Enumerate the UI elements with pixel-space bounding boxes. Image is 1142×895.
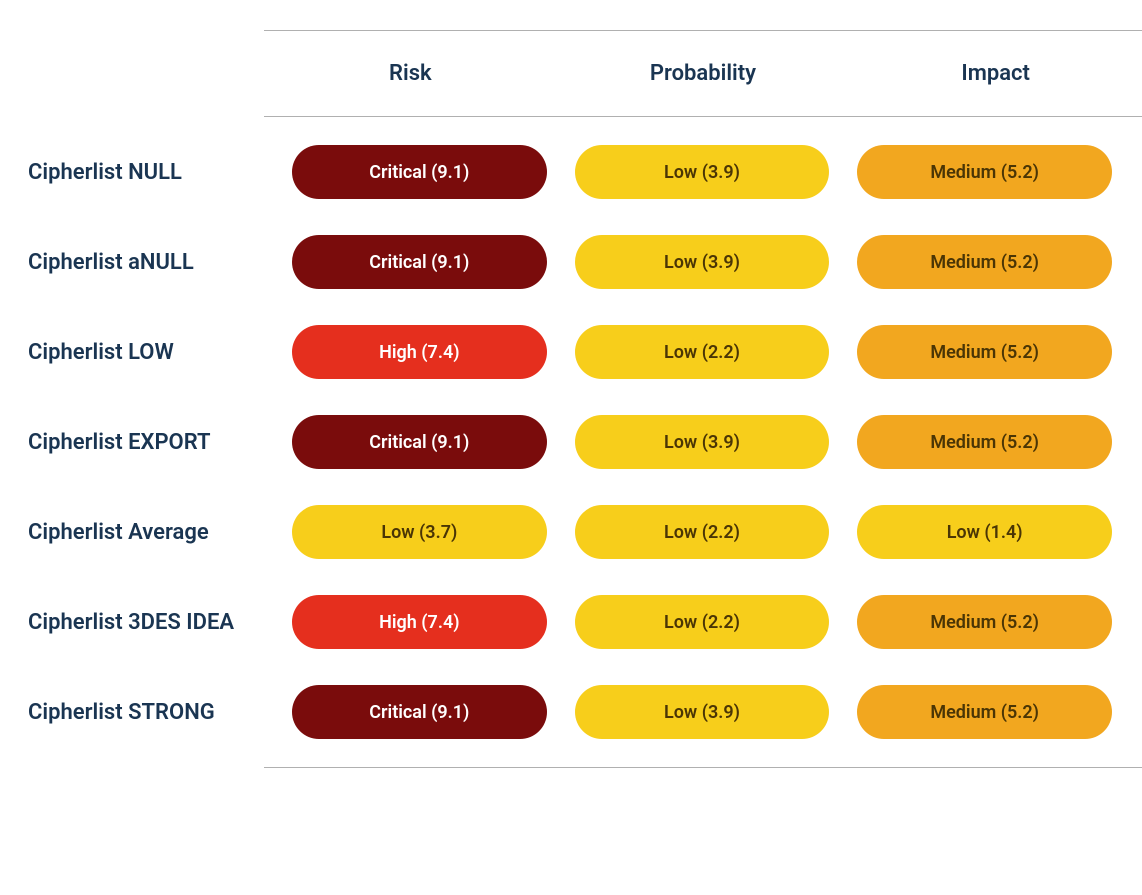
row-label: Cipherlist aNULL [20, 250, 264, 275]
risk-pill: Critical (9.1) [292, 235, 547, 289]
table-row: Cipherlist aNULL Critical (9.1) Low (3.9) M… [20, 235, 1122, 289]
table-row: Cipherlist NULL Critical (9.1) Low (3.9) Me… [20, 145, 1122, 199]
impact-pill: Medium (5.2) [857, 415, 1112, 469]
probability-pill: Low (3.9) [575, 145, 830, 199]
table-row: Cipherlist Average Low (3.7) Low (2.2) Low … [20, 505, 1122, 559]
probability-pill: Low (3.9) [575, 235, 830, 289]
table-row: Cipherlist EXPORT Critical (9.1) Low (3.9)… [20, 415, 1122, 469]
header-probability: Probability [557, 61, 850, 86]
data-rows: Cipherlist NULL Critical (9.1) Low (3.9) Me… [20, 145, 1122, 739]
probability-pill: Low (3.9) [575, 415, 830, 469]
row-label: Cipherlist STRONG [20, 700, 264, 725]
impact-pill: Medium (5.2) [857, 685, 1112, 739]
impact-pill: Medium (5.2) [857, 145, 1112, 199]
row-label: Cipherlist LOW [20, 340, 264, 365]
risk-pill: Critical (9.1) [292, 415, 547, 469]
probability-pill: Low (2.2) [575, 325, 830, 379]
impact-pill: Medium (5.2) [857, 325, 1112, 379]
table-row: Cipherlist 3DES IDEA High (7.4) Low (2.2) M… [20, 595, 1122, 649]
header-cells: Risk Probability Impact [264, 30, 1142, 117]
footer-divider-row [20, 767, 1122, 768]
risk-pill: High (7.4) [292, 595, 547, 649]
header-spacer [20, 30, 264, 117]
footer-divider [264, 767, 1142, 768]
header-risk: Risk [264, 61, 557, 86]
risk-pill: Critical (9.1) [292, 685, 547, 739]
impact-pill: Low (1.4) [857, 505, 1112, 559]
probability-pill: Low (3.9) [575, 685, 830, 739]
impact-pill: Medium (5.2) [857, 595, 1112, 649]
impact-pill: Medium (5.2) [857, 235, 1112, 289]
row-label: Cipherlist EXPORT [20, 430, 264, 455]
probability-pill: Low (2.2) [575, 505, 830, 559]
header-section: Risk Probability Impact [20, 30, 1122, 117]
row-label: Cipherlist Average [20, 520, 264, 545]
risk-pill: Low (3.7) [292, 505, 547, 559]
header-impact: Impact [849, 61, 1142, 86]
table-row: Cipherlist STRONG Critical (9.1) Low (3.9)… [20, 685, 1122, 739]
risk-pill: High (7.4) [292, 325, 547, 379]
risk-table: Risk Probability Impact Cipherlist NULLC… [20, 30, 1122, 768]
footer-spacer [20, 767, 264, 768]
risk-pill: Critical (9.1) [292, 145, 547, 199]
row-label: Cipherlist NULL [20, 160, 264, 185]
row-label: Cipherlist 3DES IDEA [20, 610, 264, 635]
table-row: Cipherlist LOW High (7.4) Low (2.2) Medium … [20, 325, 1122, 379]
probability-pill: Low (2.2) [575, 595, 830, 649]
